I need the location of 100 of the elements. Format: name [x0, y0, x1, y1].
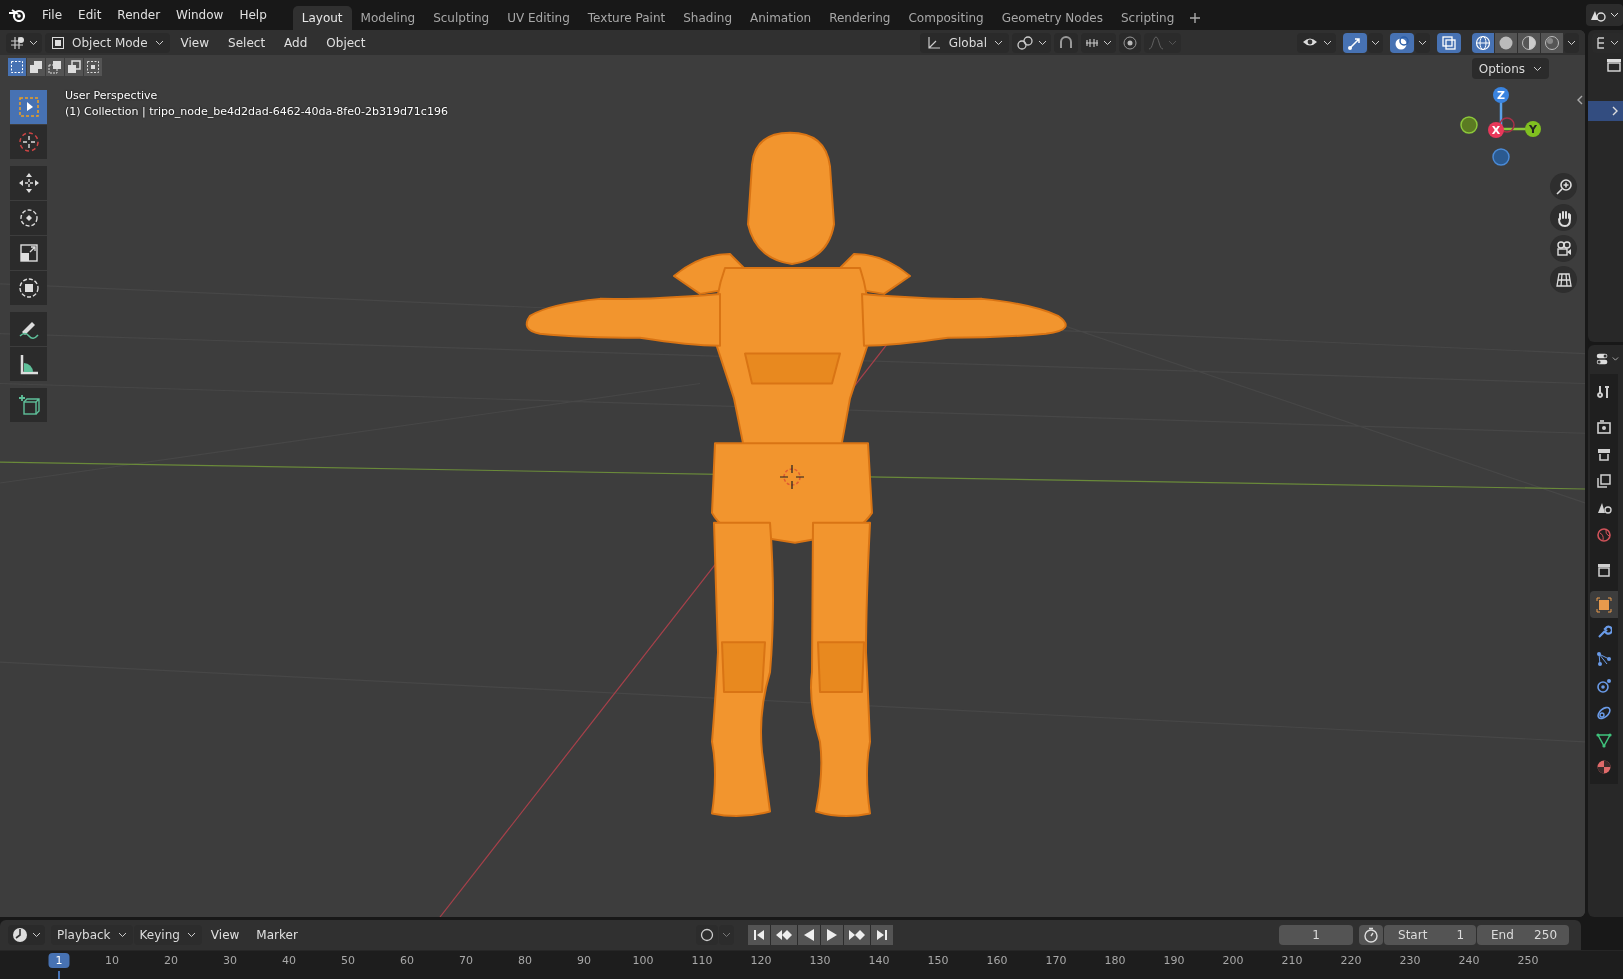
frame-number: 200 [1222, 954, 1244, 967]
shading-button[interactable] [1495, 32, 1517, 53]
end-frame-field[interactable]: End 250 [1477, 925, 1569, 945]
select-mode-button[interactable] [8, 58, 26, 76]
menu-item[interactable]: View [172, 32, 218, 53]
orbit-icon [1596, 677, 1612, 694]
tool-button[interactable] [10, 125, 47, 159]
menu-item[interactable]: Add [276, 32, 316, 53]
toggle-options-dropdown[interactable] [1415, 32, 1430, 53]
select-box-icon [16, 95, 41, 119]
shading-button[interactable] [1541, 32, 1563, 53]
wireframe-sphere-icon [1475, 34, 1491, 51]
menu-item[interactable]: Help [231, 5, 275, 25]
select-mode-button[interactable] [27, 58, 45, 76]
xray-toggle[interactable] [1437, 32, 1461, 53]
snap-toggle[interactable] [1054, 32, 1078, 53]
workspace-tab[interactable]: Compositing [899, 6, 993, 30]
current-frame-marker[interactable]: 1 [48, 953, 70, 968]
toggles-icon [1596, 351, 1609, 367]
snap-dropdown[interactable] [1081, 32, 1116, 53]
workspace-tab[interactable]: Layout [292, 6, 352, 30]
menu-item[interactable]: File [34, 5, 71, 25]
frame-number: 250 [1517, 954, 1539, 967]
archive-icon[interactable] [1606, 58, 1622, 72]
tool-button[interactable] [10, 312, 47, 346]
preview-range-toggle[interactable] [1359, 925, 1383, 945]
add-cube-icon [16, 393, 41, 417]
workspace-tab[interactable]: Animation [741, 6, 821, 30]
select-mode-button[interactable] [46, 58, 64, 76]
workspace-tab[interactable]: Modeling [351, 6, 425, 30]
toggle-options-dropdown[interactable] [1368, 32, 1383, 53]
field-label: End [1491, 928, 1514, 942]
frame-number: 160 [986, 954, 1008, 967]
magnet-icon [1058, 34, 1074, 51]
menu-item[interactable]: Render [109, 5, 169, 25]
menu-item[interactable]: Marker [248, 925, 306, 945]
mode-dropdown[interactable]: Object Mode [45, 32, 170, 53]
workspace-tab[interactable]: Texture Paint [578, 6, 675, 30]
editor-type-button[interactable] [8, 925, 45, 945]
shading-button[interactable] [1518, 32, 1540, 53]
visibility-dropdown[interactable] [1297, 32, 1336, 53]
tool-button[interactable] [10, 236, 47, 270]
add-workspace-icon[interactable] [1189, 12, 1202, 24]
record-toggle[interactable] [695, 925, 718, 945]
next-keyframe-button[interactable] [843, 925, 870, 945]
proportional-edit-icon [1123, 35, 1137, 50]
menu-item[interactable]: View [202, 925, 248, 945]
workspace-tab[interactable]: Sculpting [424, 6, 499, 30]
menu-item[interactable]: Window [168, 5, 232, 25]
workspace-tab[interactable]: Rendering [820, 6, 900, 30]
caret-icon [1323, 39, 1332, 46]
overlay-toggle[interactable] [1390, 32, 1414, 53]
workspace-tab[interactable]: Shading [674, 6, 741, 30]
workspace-tab[interactable]: Scripting [1111, 6, 1184, 30]
current-frame-field[interactable]: 1 [1279, 925, 1353, 945]
pivot-dropdown[interactable] [1012, 32, 1051, 53]
tool-button[interactable] [10, 347, 47, 381]
menu-item[interactable]: Edit [70, 5, 110, 25]
logo-icon[interactable] [8, 8, 26, 22]
pivot-icon [1016, 34, 1034, 51]
menu-item[interactable]: Object [318, 32, 374, 53]
select-mode-button[interactable] [65, 58, 83, 76]
options-dropdown[interactable]: Options [1471, 58, 1549, 79]
select-mode-button[interactable] [84, 58, 102, 76]
menu-dropdown[interactable]: Playback [51, 925, 133, 945]
tool-button[interactable] [10, 271, 47, 305]
frame-number: 220 [1340, 954, 1362, 967]
jump-end-button[interactable] [870, 925, 893, 945]
tool-button[interactable] [10, 201, 47, 235]
tool-button[interactable] [10, 388, 47, 422]
editor-type-button[interactable] [6, 32, 42, 53]
caret-icon [1610, 12, 1619, 18]
menu-item[interactable]: Select [220, 32, 274, 53]
shading-options-dropdown[interactable] [1564, 32, 1579, 53]
outliner-row[interactable] [1588, 101, 1623, 121]
tool-button[interactable] [10, 166, 47, 200]
workspace-tab[interactable]: Geometry Nodes [992, 6, 1112, 30]
play-icon [824, 928, 839, 942]
frame-number: 140 [868, 954, 890, 967]
navigation-gizmo[interactable]: Z X Y [1453, 85, 1545, 175]
viewport-3d[interactable]: Object Mode View Select Add Object Global Options User Perspective (1) Collection | tripo_node_be4d2dad-6462-40da-8fe0-2b319d71c196 Z X Y [0, 30, 1585, 917]
jump-start-button[interactable] [747, 925, 770, 945]
play-reverse-button[interactable] [797, 925, 820, 945]
workspace-tab[interactable]: UV Editing [498, 6, 579, 30]
caret-icon [721, 932, 731, 938]
start-frame-field[interactable]: Start 1 [1384, 925, 1476, 945]
material-sphere-icon [1521, 34, 1537, 51]
gizmo-toggle[interactable] [1343, 32, 1367, 53]
previous-keyframe-button[interactable] [770, 925, 797, 945]
menu-dropdown[interactable]: Keying [133, 925, 202, 945]
shading-button[interactable] [1472, 32, 1494, 53]
properties-tab[interactable] [1590, 591, 1618, 618]
frame-number: 170 [1045, 954, 1067, 967]
play-button[interactable] [820, 925, 843, 945]
proportional-edit-toggle[interactable] [1119, 32, 1141, 53]
overlay-icon [1394, 34, 1410, 51]
wrench-icon [1596, 623, 1612, 640]
scene-selector[interactable] [1586, 4, 1623, 26]
chevron-icon[interactable] [1576, 95, 1584, 105]
orientation-dropdown[interactable]: Global [919, 32, 1009, 53]
